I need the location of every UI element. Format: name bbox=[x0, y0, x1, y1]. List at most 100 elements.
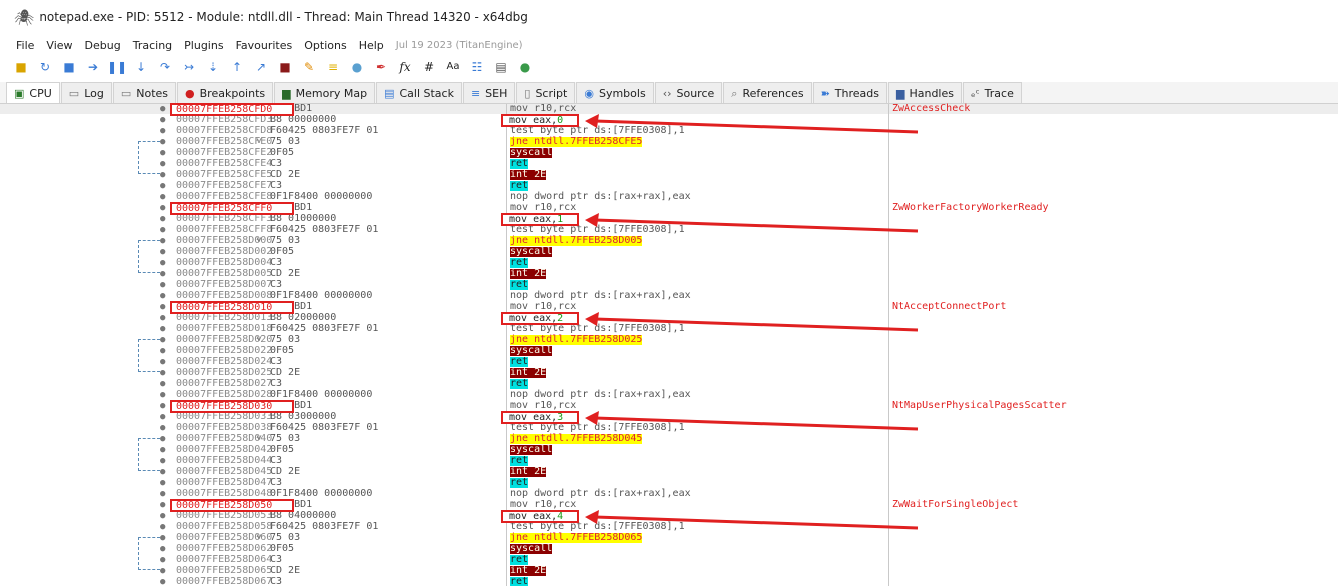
menu-file[interactable]: File bbox=[10, 39, 40, 52]
breakpoint-dot-icon[interactable]: ● bbox=[160, 412, 165, 422]
breakpoint-dot-icon[interactable]: ● bbox=[160, 357, 165, 367]
breakpoint-dot-icon[interactable]: ● bbox=[160, 533, 165, 543]
breakpoint-dot-icon[interactable]: ● bbox=[160, 555, 165, 565]
disasm-row[interactable]: ● 00007FFEB258D067 C3 ret bbox=[0, 576, 1338, 586]
breakpoint-dot-icon[interactable]: ● bbox=[160, 577, 165, 586]
disasm-row[interactable]: ● 00007FFEB258D053B8 04000000 mov eax,4 bbox=[0, 510, 1338, 521]
tab-symbols[interactable]: ◉ Symbols bbox=[576, 82, 654, 103]
disasm-row[interactable]: ● 00007FFEB258D008 0F1F8400 00000000 nop dw… bbox=[0, 290, 1338, 301]
breakpoint-dot-icon[interactable]: ● bbox=[160, 159, 165, 169]
breakpoint-dot-icon[interactable]: ● bbox=[160, 566, 165, 576]
disasm-row[interactable]: ● 00007FFEB258D004 C3 ret bbox=[0, 257, 1338, 268]
disasm-row[interactable]: ● 00007FFEB258D042 0F05 syscall bbox=[0, 444, 1338, 455]
disasm-row[interactable]: ● 00007FFEB258CFE7 C3 ret bbox=[0, 180, 1338, 191]
disasm-row[interactable]: ● 00007FFEB258D048 0F1F8400 00000000 nop dw… bbox=[0, 488, 1338, 499]
breakpoint-dot-icon[interactable]: ● bbox=[160, 203, 165, 213]
disasm-row[interactable]: ● 00007FFEB258CFF3B8 01000000 mov eax,1 bbox=[0, 213, 1338, 224]
breakpoint-dot-icon[interactable]: ● bbox=[160, 181, 165, 191]
tab-script[interactable]: ▯ Script bbox=[516, 82, 576, 103]
disasm-row[interactable]: ● 00007FFEB258D060 75 03 ˅ jne ntdll.7FFEB25… bbox=[0, 532, 1338, 543]
disasm-row[interactable]: ● 00007FFEB258D005 CD 2E int 2E bbox=[0, 268, 1338, 279]
breakpoint-dot-icon[interactable]: ● bbox=[160, 258, 165, 268]
breakpoint-dot-icon[interactable]: ● bbox=[160, 401, 165, 411]
tab-call-stack[interactable]: ▤ Call Stack bbox=[376, 82, 462, 103]
breakpoint-dot-icon[interactable]: ● bbox=[160, 346, 165, 356]
disasm-row[interactable]: ● 00007FFEB258CFD8 F60425 0803FE7F 01 test … bbox=[0, 125, 1338, 136]
disasm-row[interactable]: ● 00007FFEB258CFE5 CD 2E int 2E bbox=[0, 169, 1338, 180]
disasm-row[interactable]: ● 00007FFEB258D047 C3 ret bbox=[0, 477, 1338, 488]
calc-icon[interactable]: ● bbox=[516, 58, 534, 76]
tab-notes[interactable]: ▭ Notes bbox=[112, 82, 177, 103]
disasm-row[interactable]: ● 00007FFEB258D027 C3 ret bbox=[0, 378, 1338, 389]
tab-seh[interactable]: ≡ SEH bbox=[462, 82, 516, 103]
run-to-user-code-icon[interactable]: ↗ bbox=[252, 58, 270, 76]
breakpoint-dot-icon[interactable]: ● bbox=[160, 335, 165, 345]
menu-help[interactable]: Help bbox=[353, 39, 390, 52]
tab-trace[interactable]: ₑᶜ Trace bbox=[963, 82, 1022, 103]
menu-plugins[interactable]: Plugins bbox=[178, 39, 229, 52]
disasm-row[interactable]: ● 00007FFEB258D025 CD 2E int 2E bbox=[0, 367, 1338, 378]
stop-icon[interactable]: ■ bbox=[60, 58, 78, 76]
font-icon[interactable]: Aa bbox=[444, 58, 462, 76]
breakpoint-dot-icon[interactable]: ● bbox=[160, 302, 165, 312]
breakpoint-dot-icon[interactable]: ● bbox=[160, 467, 165, 477]
step-into-icon[interactable]: ↓ bbox=[132, 58, 150, 76]
comment-icon[interactable]: ≡ bbox=[324, 58, 342, 76]
disasm-row[interactable]: ● 00007FFEB258D007 C3 ret bbox=[0, 279, 1338, 290]
breakpoint-dot-icon[interactable]: ● bbox=[160, 104, 165, 114]
tab-handles[interactable]: ▆ Handles bbox=[888, 82, 962, 103]
disasm-row[interactable]: ● 00007FFEB258D044 C3 ret bbox=[0, 455, 1338, 466]
disasm-row[interactable]: ● 00007FFEB258D024 C3 ret bbox=[0, 356, 1338, 367]
scylla-icon[interactable]: ■ bbox=[276, 58, 294, 76]
breakpoint-dot-icon[interactable]: ● bbox=[160, 225, 165, 235]
disasm-row[interactable]: ● 00007FFEB258D065 CD 2E int 2E bbox=[0, 565, 1338, 576]
log-icon[interactable]: ☷ bbox=[468, 58, 486, 76]
breakpoint-dot-icon[interactable]: ● bbox=[160, 324, 165, 334]
breakpoint-dot-icon[interactable]: ● bbox=[160, 148, 165, 158]
tab-references[interactable]: ⌕ References bbox=[723, 82, 812, 103]
script-icon[interactable]: ▤ bbox=[492, 58, 510, 76]
disasm-row[interactable]: ● 00007FFEB258D000 75 03 ˅ jne ntdll.7FFEB25… bbox=[0, 235, 1338, 246]
disasm-row[interactable]: ● 00007FFEB258D058 F60425 0803FE7F 01 test … bbox=[0, 521, 1338, 532]
menu-options[interactable]: Options bbox=[298, 39, 352, 52]
disasm-row[interactable]: ● 00007FFEB258D045 CD 2E int 2E bbox=[0, 466, 1338, 477]
breakpoint-dot-icon[interactable]: ● bbox=[160, 192, 165, 202]
tab-memory-map[interactable]: ▆ Memory Map bbox=[274, 82, 376, 103]
breakpoint-dot-icon[interactable]: ● bbox=[160, 445, 165, 455]
menu-tracing[interactable]: Tracing bbox=[127, 39, 178, 52]
tab-breakpoints[interactable]: ● Breakpoints bbox=[177, 82, 274, 103]
breakpoint-dot-icon[interactable]: ● bbox=[160, 511, 165, 521]
trace-over-icon[interactable]: ⇣ bbox=[204, 58, 222, 76]
disasm-row[interactable]: ● 00007FFEB258D062 0F05 syscall bbox=[0, 543, 1338, 554]
breakpoint-dot-icon[interactable]: ● bbox=[160, 368, 165, 378]
disasm-row[interactable]: ● 00007FFEB258CFE0 75 03 ˅ jne ntdll.7FFEB25… bbox=[0, 136, 1338, 147]
disasm-row[interactable]: ● 00007FFEB258D064 C3 ret bbox=[0, 554, 1338, 565]
menu-view[interactable]: View bbox=[40, 39, 78, 52]
breakpoint-dot-icon[interactable]: ● bbox=[160, 313, 165, 323]
hash-icon[interactable]: # bbox=[420, 58, 438, 76]
disassembly-view[interactable]: ●00007FFEB258CFD04C:8BD1mov r10,rcxZwAcc… bbox=[0, 103, 1338, 586]
breakpoint-dot-icon[interactable]: ● bbox=[160, 236, 165, 246]
disasm-row[interactable]: ● 00007FFEB258D033B8 03000000 mov eax,3 bbox=[0, 411, 1338, 422]
disasm-row[interactable]: ● 00007FFEB258CFE2 0F05 syscall bbox=[0, 147, 1338, 158]
breakpoint-dot-icon[interactable]: ● bbox=[160, 137, 165, 147]
disasm-row[interactable]: ● 00007FFEB258CFF8 F60425 0803FE7F 01 test … bbox=[0, 224, 1338, 235]
pause-icon[interactable]: ❚❚ bbox=[107, 58, 127, 76]
disasm-row[interactable]: ● 00007FFEB258D028 0F1F8400 00000000 nop dw… bbox=[0, 389, 1338, 400]
breakpoint-dot-icon[interactable]: ● bbox=[160, 434, 165, 444]
breakpoint-dot-icon[interactable]: ● bbox=[160, 115, 165, 125]
breakpoint-dot-icon[interactable]: ● bbox=[160, 500, 165, 510]
breakpoint-dot-icon[interactable]: ● bbox=[160, 126, 165, 136]
restart-icon[interactable]: ↻ bbox=[36, 58, 54, 76]
menu-favourites[interactable]: Favourites bbox=[230, 39, 299, 52]
disasm-row[interactable]: ● 00007FFEB258D040 75 03 ˅ jne ntdll.7FFEB25… bbox=[0, 433, 1338, 444]
breakpoint-dot-icon[interactable]: ● bbox=[160, 522, 165, 532]
breakpoint-dot-icon[interactable]: ● bbox=[160, 170, 165, 180]
menu-debug[interactable]: Debug bbox=[79, 39, 127, 52]
breakpoint-dot-icon[interactable]: ● bbox=[160, 247, 165, 257]
breakpoint-dot-icon[interactable]: ● bbox=[160, 214, 165, 224]
function-icon[interactable]: fx bbox=[396, 58, 414, 76]
tab-source[interactable]: ‹› Source bbox=[654, 82, 723, 103]
disasm-row[interactable]: ● 00007FFEB258D038 F60425 0803FE7F 01 test … bbox=[0, 422, 1338, 433]
open-icon[interactable]: ■ bbox=[12, 58, 30, 76]
